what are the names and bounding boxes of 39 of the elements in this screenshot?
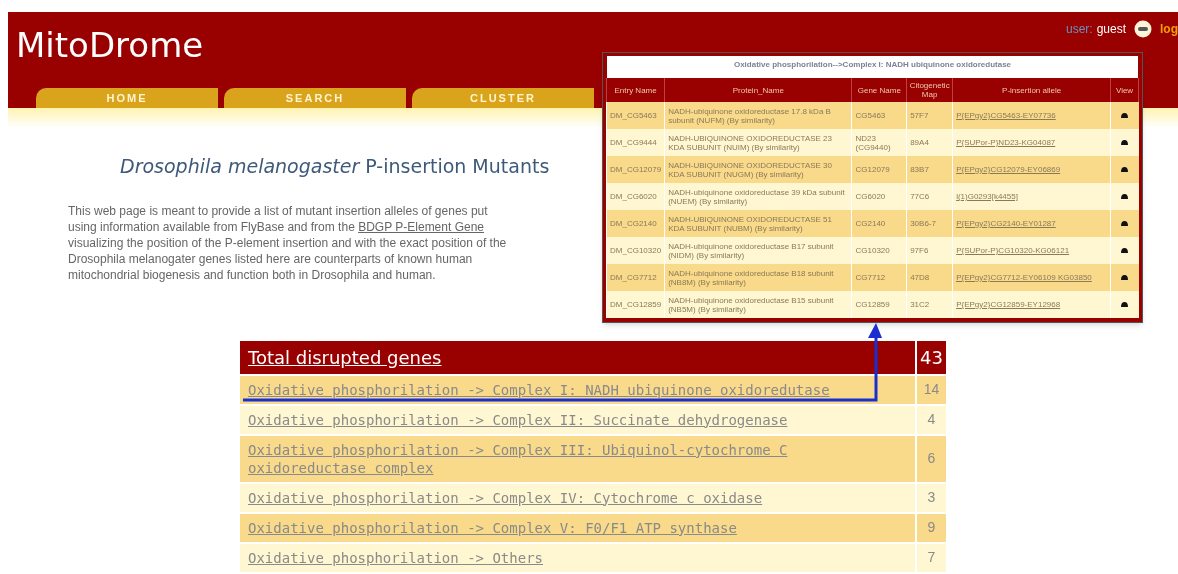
view-icon[interactable] xyxy=(1121,113,1129,119)
view-icon[interactable] xyxy=(1121,221,1129,227)
gene-count: 3 xyxy=(916,482,946,513)
user-name: guest xyxy=(1096,21,1126,38)
site-logo: MitoDrome xyxy=(16,28,204,62)
allele-link[interactable]: P{SUPor-P}CG10320-KG06121 xyxy=(956,246,1070,255)
nav-tab[interactable]: HOME xyxy=(36,88,218,108)
allele-link[interactable]: P{EPgy2}CG2140-EY01287 xyxy=(956,219,1056,228)
page-heading: Drosophila melanogaster P-insertion Mutants xyxy=(120,154,550,179)
login-link[interactable]: log xyxy=(1160,20,1178,38)
allele-link[interactable]: l(1)G0293[k4455] xyxy=(956,192,1018,201)
table-header: Total disrupted genes xyxy=(240,340,916,375)
allele-link[interactable]: P{SUPor-P}ND23-KG04087 xyxy=(956,138,1056,147)
nav-tab[interactable]: CLUSTER xyxy=(412,88,594,108)
gene-count: 9 xyxy=(916,512,946,543)
table-cell: CG12859 xyxy=(852,291,907,318)
nav-tab[interactable]: SEARCH xyxy=(224,88,406,108)
view-icon[interactable] xyxy=(1121,140,1129,146)
table-cell: 31C2 xyxy=(906,291,953,318)
view-icon[interactable] xyxy=(1121,275,1129,281)
gene-count: 14 xyxy=(916,374,946,405)
allele-link[interactable]: P{EPgy2}CG5463-EY07736 xyxy=(956,111,1056,120)
view-icon[interactable] xyxy=(1121,248,1129,254)
bdgp-link[interactable]: BDGP P-Element Gene xyxy=(358,219,484,234)
view-icon[interactable] xyxy=(1121,302,1129,308)
gene-count: 6 xyxy=(916,434,946,483)
login-icon[interactable] xyxy=(1134,20,1152,38)
total-count: 43 xyxy=(916,340,946,375)
popup-title: Oxidative phosphorilation-->Complex I: NADH ubiquinone oxidoredutase xyxy=(607,56,1138,78)
user-label: user: xyxy=(1065,21,1093,38)
gene-count: 4 xyxy=(916,404,946,435)
gene-count: 7 xyxy=(916,542,946,572)
table-cell: NADH-ubiquinone oxidoreductase B15 subunit (NB5M) (By similarity) xyxy=(664,291,852,318)
allele-link[interactable]: P{EPgy2}CG12079-EY06869 xyxy=(956,165,1061,174)
table-cell: DM_CG12859 xyxy=(606,291,665,318)
view-icon[interactable] xyxy=(1121,167,1129,173)
allele-link[interactable]: P{EPgy2}CG7712-EY06109 KG03850 xyxy=(956,273,1092,282)
allele-link[interactable]: P{EPgy2}CG12859-EY12968 xyxy=(956,300,1061,309)
view-icon[interactable] xyxy=(1121,194,1129,200)
